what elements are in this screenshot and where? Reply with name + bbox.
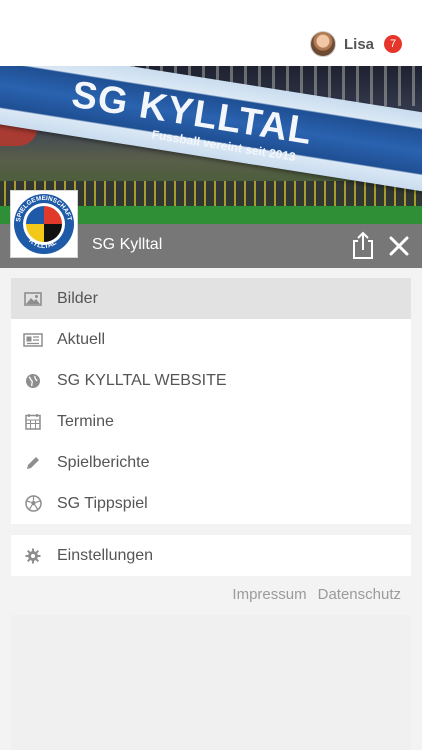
empty-panel [11, 615, 411, 750]
share-button[interactable] [350, 230, 376, 260]
gear-icon [23, 546, 43, 566]
club-logo: SPIELGEMEINSCHAFT KYLLTAL [10, 190, 78, 258]
close-button[interactable] [386, 233, 412, 259]
menu-item-spielberichte[interactable]: Spielberichte [11, 442, 411, 483]
soccer-ball-icon [23, 494, 43, 514]
menu-label: Spielberichte [57, 453, 150, 471]
menu-item-website[interactable]: SG KYLLTAL WEBSITE [11, 360, 411, 401]
menu-item-einstellungen[interactable]: Einstellungen [11, 535, 411, 576]
close-icon [389, 236, 409, 256]
menu-label: Termine [57, 412, 114, 430]
pencil-icon [23, 453, 43, 473]
footer-links: Impressum Datenschutz [232, 586, 401, 603]
menu-item-tippspiel[interactable]: SG Tippspiel [11, 483, 411, 524]
club-name: SG Kylltal [92, 236, 163, 253]
menu-label: Einstellungen [57, 546, 154, 564]
menu-label: Aktuell [57, 330, 106, 348]
menu-item-aktuell[interactable]: Aktuell [11, 319, 411, 360]
menu-label: SG Tippspiel [57, 494, 148, 512]
newspaper-icon [23, 330, 43, 350]
notification-badge[interactable]: 7 [384, 35, 402, 53]
calendar-icon [23, 412, 43, 432]
navigation-menu: Bilder Aktuell SG KYLLTAL WEBSITE Termin… [11, 278, 411, 524]
user-name[interactable]: Lisa [344, 36, 374, 53]
datenschutz-link[interactable]: Datenschutz [318, 586, 401, 603]
globe-icon [23, 371, 43, 391]
menu-label: SG KYLLTAL WEBSITE [57, 371, 227, 389]
share-icon [353, 231, 373, 259]
menu-item-bilder[interactable]: Bilder [11, 278, 411, 319]
avatar[interactable] [309, 31, 336, 57]
menu-item-termine[interactable]: Termine [11, 401, 411, 442]
image-icon [23, 289, 43, 309]
top-bar: Lisa 7 [0, 0, 422, 66]
impressum-link[interactable]: Impressum [232, 586, 306, 603]
club-logo-icon: SPIELGEMEINSCHAFT KYLLTAL [14, 194, 74, 254]
user-profile[interactable]: Lisa 7 [309, 30, 402, 58]
menu-label: Bilder [57, 289, 98, 307]
